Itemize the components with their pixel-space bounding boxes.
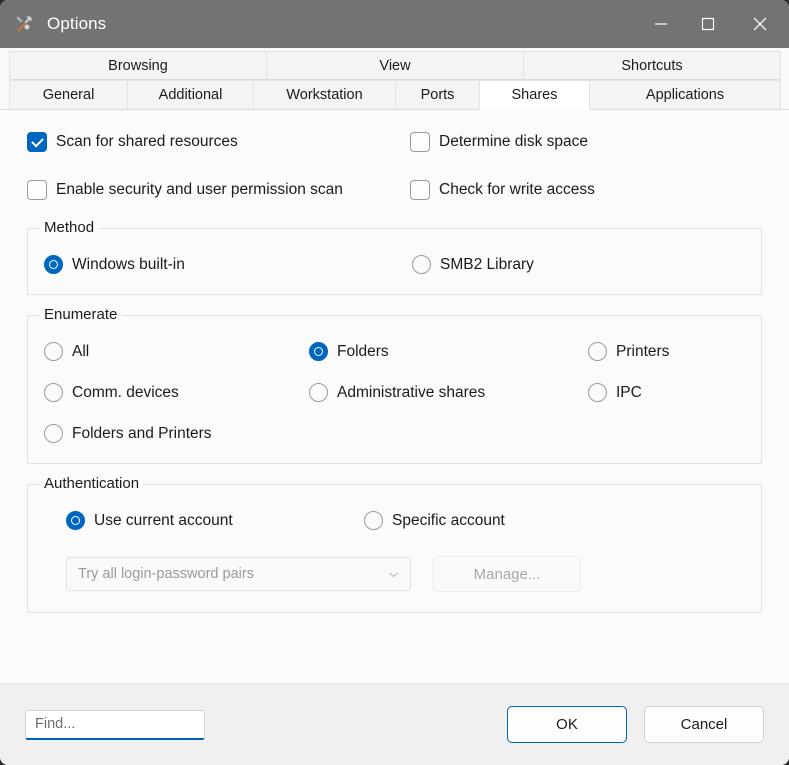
tab-row-primary: Browsing View Shortcuts (9, 51, 781, 80)
tab-view[interactable]: View (266, 51, 524, 80)
checkbox-enable-security-and-user-permission-scan[interactable]: Enable security and user permission scan (27, 180, 410, 200)
tab-shares[interactable]: Shares (479, 80, 590, 110)
options-dialog: Options Browsing View Shortcuts General … (0, 0, 789, 765)
checkbox-label: Enable security and user permission scan (56, 181, 343, 198)
radio-label: Administrative shares (337, 383, 486, 401)
dialog-footer: Find... OK Cancel (0, 683, 789, 765)
method-group-body: Windows built-in SMB2 Library (28, 229, 761, 294)
radio-label: Folders (337, 342, 389, 360)
radio-dot (44, 383, 63, 402)
radio-label: Specific account (392, 511, 505, 529)
checkbox-determine-disk-space[interactable]: Determine disk space (410, 132, 588, 152)
radio-use-current-account[interactable]: Use current account (66, 511, 364, 530)
radio-dot (309, 383, 328, 402)
enumerate-row-2: Comm. devices Administrative shares IPC (44, 383, 745, 402)
tab-row-secondary: General Additional Workstation Ports Sha… (9, 80, 781, 110)
find-input-placeholder: Find... (35, 716, 76, 732)
scan-options-row-1: Scan for shared resources Determine disk… (27, 132, 762, 152)
enumerate-group-label: Enumerate (39, 306, 123, 323)
radio-specific-account[interactable]: Specific account (364, 511, 745, 530)
credentials-select-value: Try all login-password pairs (78, 566, 254, 582)
radio-label: Comm. devices (72, 383, 179, 401)
tab-shortcuts[interactable]: Shortcuts (523, 51, 781, 80)
radio-dot (588, 383, 607, 402)
enumerate-group: Enumerate All Folders Printers Comm. dev… (27, 306, 762, 464)
checkbox-label: Scan for shared resources (56, 133, 238, 150)
checkbox-scan-for-shared-resources[interactable]: Scan for shared resources (27, 132, 410, 152)
tab-ports[interactable]: Ports (395, 80, 480, 110)
radio-dot (588, 342, 607, 361)
checkbox-label: Check for write access (439, 181, 595, 198)
radio-administrative-shares[interactable]: Administrative shares (309, 383, 588, 402)
radio-label: IPC (616, 383, 642, 401)
radio-folders[interactable]: Folders (309, 342, 588, 361)
radio-label: Folders and Printers (72, 424, 212, 442)
title-bar: Options (0, 0, 789, 48)
enumerate-group-body: All Folders Printers Comm. devices Admin… (28, 316, 761, 463)
radio-windows-built-in[interactable]: Windows built-in (44, 255, 412, 274)
close-icon[interactable] (731, 0, 789, 48)
authentication-group: Authentication Use current account Speci… (27, 475, 762, 613)
tab-workstation[interactable]: Workstation (253, 80, 396, 110)
window-controls (637, 0, 789, 48)
find-input[interactable]: Find... (25, 709, 205, 740)
shares-tab-panel: Scan for shared resources Determine disk… (0, 109, 789, 683)
enumerate-row-3: Folders and Printers (44, 424, 745, 443)
radio-dot (412, 255, 431, 274)
tab-browsing[interactable]: Browsing (9, 51, 267, 80)
radio-label: SMB2 Library (440, 255, 534, 273)
method-group: Method Windows built-in SMB2 Library (27, 219, 762, 295)
scan-options-row-2: Enable security and user permission scan… (27, 180, 762, 200)
checkbox-box (27, 180, 47, 200)
radio-dot-selected (309, 342, 328, 361)
window-title: Options (47, 14, 107, 33)
checkbox-check-for-write-access[interactable]: Check for write access (410, 180, 595, 200)
radio-dot (44, 342, 63, 361)
authentication-group-body: Use current account Specific account Try… (28, 485, 761, 612)
chevron-down-icon (387, 568, 400, 581)
checkbox-box-checked (27, 132, 47, 152)
manage-button[interactable]: Manage... (433, 556, 581, 592)
radio-smb2-library[interactable]: SMB2 Library (412, 255, 745, 274)
radio-label: All (72, 342, 90, 360)
radio-printers[interactable]: Printers (588, 342, 745, 361)
radio-all[interactable]: All (44, 342, 309, 361)
enumerate-row-1: All Folders Printers (44, 342, 745, 361)
minimize-icon[interactable] (637, 0, 684, 48)
ok-button[interactable]: OK (507, 706, 627, 743)
radio-dot (44, 424, 63, 443)
checkbox-box (410, 180, 430, 200)
checkbox-box (410, 132, 430, 152)
radio-dot-selected (66, 511, 85, 530)
radio-folders-and-printers[interactable]: Folders and Printers (44, 424, 309, 443)
authentication-controls-row: Try all login-password pairs Manage... (44, 556, 745, 592)
tab-applications[interactable]: Applications (589, 80, 781, 110)
method-group-label: Method (39, 219, 100, 236)
credentials-select[interactable]: Try all login-password pairs (66, 557, 411, 591)
checkbox-label: Determine disk space (439, 133, 589, 150)
radio-dot (364, 511, 383, 530)
tab-general[interactable]: General (9, 80, 128, 110)
radio-label: Windows built-in (72, 255, 185, 273)
authentication-group-label: Authentication (39, 475, 145, 492)
scan-options-group: Scan for shared resources Determine disk… (27, 132, 762, 200)
radio-label: Printers (616, 342, 670, 360)
cancel-button[interactable]: Cancel (644, 706, 764, 743)
tools-icon (13, 13, 35, 35)
radio-comm-devices[interactable]: Comm. devices (44, 383, 309, 402)
tab-additional[interactable]: Additional (127, 80, 254, 110)
tab-strip: Browsing View Shortcuts General Addition… (0, 48, 789, 110)
radio-dot-selected (44, 255, 63, 274)
maximize-icon[interactable] (684, 0, 731, 48)
radio-ipc[interactable]: IPC (588, 383, 745, 402)
radio-label: Use current account (94, 511, 233, 529)
